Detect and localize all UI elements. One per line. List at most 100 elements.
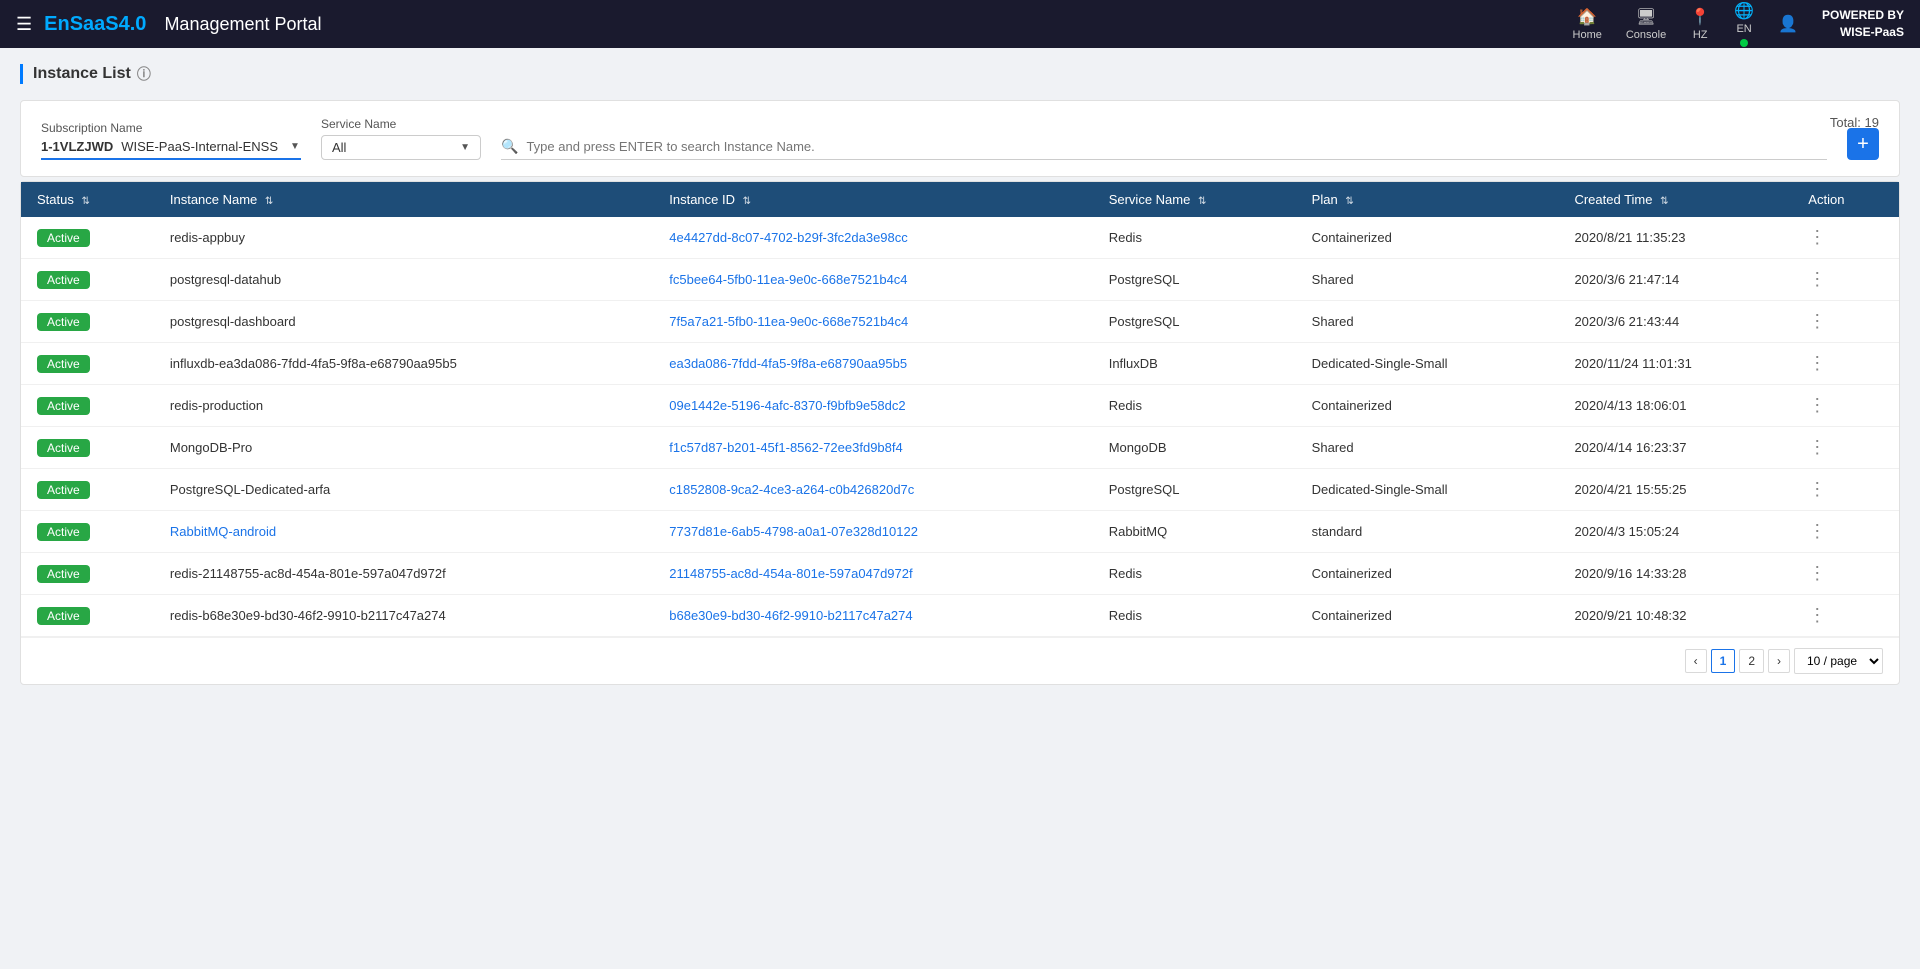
cell-service-name: PostgreSQL: [1093, 301, 1296, 343]
sort-service-icon: ⇅: [1198, 196, 1206, 207]
col-service-name[interactable]: Service Name ⇅: [1093, 182, 1296, 217]
instance-name-text: MongoDB-Pro: [170, 440, 252, 455]
action-menu-button[interactable]: ⋮: [1808, 605, 1828, 625]
cell-created-time: 2020/4/13 18:06:01: [1558, 385, 1792, 427]
instance-name-text: postgresql-datahub: [170, 272, 281, 287]
action-menu-button[interactable]: ⋮: [1808, 479, 1828, 499]
action-menu-button[interactable]: ⋮: [1808, 269, 1828, 289]
brand-logo: EnSaaS4.0: [44, 13, 146, 36]
location-icon: 📍: [1690, 7, 1710, 27]
instance-name-text: redis-21148755-ac8d-454a-801e-597a047d97…: [170, 566, 446, 581]
cell-status: Active: [21, 301, 154, 343]
cell-instance-name: influxdb-ea3da086-7fdd-4fa5-9f8a-e68790a…: [154, 343, 653, 385]
cell-status: Active: [21, 385, 154, 427]
action-menu-button[interactable]: ⋮: [1808, 521, 1828, 541]
menu-icon[interactable]: ☰: [16, 14, 32, 35]
page-size-select[interactable]: 10 / page 20 / page 50 / page: [1794, 648, 1883, 674]
col-instance-id[interactable]: Instance ID ⇅: [653, 182, 1092, 217]
instance-id-link[interactable]: f1c57d87-b201-45f1-8562-72ee3fd9b8f4: [669, 440, 902, 455]
cell-plan: Containerized: [1296, 553, 1559, 595]
action-menu-button[interactable]: ⋮: [1808, 395, 1828, 415]
powered-by-label: POWERED BY: [1822, 7, 1904, 24]
pagination: ‹ 1 2 › 10 / page 20 / page 50 / page: [21, 637, 1899, 684]
instance-id-link[interactable]: ea3da086-7fdd-4fa5-9f8a-e68790aa95b5: [669, 356, 907, 371]
instance-name-text: redis-b68e30e9-bd30-46f2-9910-b2117c47a2…: [170, 608, 446, 623]
cell-service-name: PostgreSQL: [1093, 469, 1296, 511]
cell-plan: Shared: [1296, 427, 1559, 469]
service-select[interactable]: All ▼: [321, 135, 481, 160]
col-action: Action: [1792, 182, 1899, 217]
col-instance-name[interactable]: Instance Name ⇅: [154, 182, 653, 217]
instance-id-link[interactable]: 21148755-ac8d-454a-801e-597a047d972f: [669, 566, 912, 581]
cell-created-time: 2020/8/21 11:35:23: [1558, 217, 1792, 259]
instance-id-link[interactable]: 7737d81e-6ab5-4798-a0a1-07e328d10122: [669, 524, 918, 539]
nav-user[interactable]: 👤: [1778, 14, 1798, 34]
service-chevron-icon: ▼: [460, 142, 470, 153]
sort-plan-icon: ⇅: [1345, 196, 1353, 207]
cell-instance-name: redis-appbuy: [154, 217, 653, 259]
status-badge: Active: [37, 271, 90, 289]
next-page-button[interactable]: ›: [1768, 649, 1790, 673]
instance-table: Status ⇅ Instance Name ⇅ Instance ID ⇅ S…: [21, 182, 1899, 637]
search-icon: 🔍: [501, 138, 518, 155]
action-menu-button[interactable]: ⋮: [1808, 353, 1828, 373]
instance-name-text: postgresql-dashboard: [170, 314, 296, 329]
table-row: Active redis-production 09e1442e-5196-4a…: [21, 385, 1899, 427]
nav-lang[interactable]: 🌐 EN: [1734, 1, 1754, 47]
col-plan[interactable]: Plan ⇅: [1296, 182, 1559, 217]
status-badge: Active: [37, 439, 90, 457]
instance-id-link[interactable]: fc5bee64-5fb0-11ea-9e0c-668e7521b4c4: [669, 272, 907, 287]
add-button[interactable]: +: [1847, 128, 1879, 160]
table-row: Active redis-appbuy 4e4427dd-8c07-4702-b…: [21, 217, 1899, 259]
cell-created-time: 2020/3/6 21:43:44: [1558, 301, 1792, 343]
subscription-id: 1-1VLZJWD: [41, 139, 113, 154]
page-2-button[interactable]: 2: [1739, 649, 1764, 673]
cell-plan: Shared: [1296, 301, 1559, 343]
cell-created-time: 2020/9/16 14:33:28: [1558, 553, 1792, 595]
instance-id-link[interactable]: 7f5a7a21-5fb0-11ea-9e0c-668e7521b4c4: [669, 314, 908, 329]
cell-instance-id: c1852808-9ca2-4ce3-a264-c0b426820d7c: [653, 469, 1092, 511]
cell-instance-name: redis-21148755-ac8d-454a-801e-597a047d97…: [154, 553, 653, 595]
status-badge: Active: [37, 481, 90, 499]
info-icon[interactable]: ⓘ: [137, 64, 151, 84]
table-row: Active postgresql-dashboard 7f5a7a21-5fb…: [21, 301, 1899, 343]
instance-id-link[interactable]: c1852808-9ca2-4ce3-a264-c0b426820d7c: [669, 482, 914, 497]
instance-name-text: redis-production: [170, 398, 263, 413]
portal-title: Management Portal: [164, 14, 321, 35]
subscription-select[interactable]: 1-1VLZJWD WISE-PaaS-Internal-ENSS ▼: [41, 139, 301, 160]
action-menu-button[interactable]: ⋮: [1808, 311, 1828, 331]
cell-service-name: Redis: [1093, 553, 1296, 595]
action-menu-button[interactable]: ⋮: [1808, 563, 1828, 583]
action-menu-button[interactable]: ⋮: [1808, 437, 1828, 457]
powered-by: POWERED BY WISE-PaaS: [1822, 7, 1904, 41]
cell-instance-id: fc5bee64-5fb0-11ea-9e0c-668e7521b4c4: [653, 259, 1092, 301]
cell-plan: Dedicated-Single-Small: [1296, 343, 1559, 385]
cell-action: ⋮: [1792, 343, 1899, 385]
instance-id-link[interactable]: 4e4427dd-8c07-4702-b29f-3fc2da3e98cc: [669, 230, 908, 245]
page-1-button[interactable]: 1: [1711, 649, 1736, 673]
cell-service-name: RabbitMQ: [1093, 511, 1296, 553]
instance-id-link[interactable]: b68e30e9-bd30-46f2-9910-b2117c47a274: [669, 608, 912, 623]
instance-id-link[interactable]: 09e1442e-5196-4afc-8370-f9bfb9e58dc2: [669, 398, 905, 413]
console-icon: 🖥: [1636, 7, 1656, 27]
nav-home[interactable]: 🏠 Home: [1573, 7, 1602, 41]
cell-created-time: 2020/4/14 16:23:37: [1558, 427, 1792, 469]
user-icon: 👤: [1778, 14, 1798, 34]
prev-page-button[interactable]: ‹: [1685, 649, 1707, 673]
instance-name-link[interactable]: RabbitMQ-android: [170, 524, 276, 539]
instance-name-text: influxdb-ea3da086-7fdd-4fa5-9f8a-e68790a…: [170, 356, 457, 371]
cell-status: Active: [21, 343, 154, 385]
cell-status: Active: [21, 469, 154, 511]
cell-service-name: MongoDB: [1093, 427, 1296, 469]
table-row: Active PostgreSQL-Dedicated-arfa c185280…: [21, 469, 1899, 511]
cell-instance-name: PostgreSQL-Dedicated-arfa: [154, 469, 653, 511]
subscription-label: Subscription Name: [41, 121, 301, 135]
col-created-time[interactable]: Created Time ⇅: [1558, 182, 1792, 217]
cell-status: Active: [21, 553, 154, 595]
nav-console[interactable]: 🖥 Console: [1626, 7, 1666, 41]
action-menu-button[interactable]: ⋮: [1808, 227, 1828, 247]
col-status[interactable]: Status ⇅: [21, 182, 154, 217]
nav-hz[interactable]: 📍 HZ: [1690, 7, 1710, 41]
cell-status: Active: [21, 217, 154, 259]
search-input[interactable]: [526, 139, 1827, 154]
